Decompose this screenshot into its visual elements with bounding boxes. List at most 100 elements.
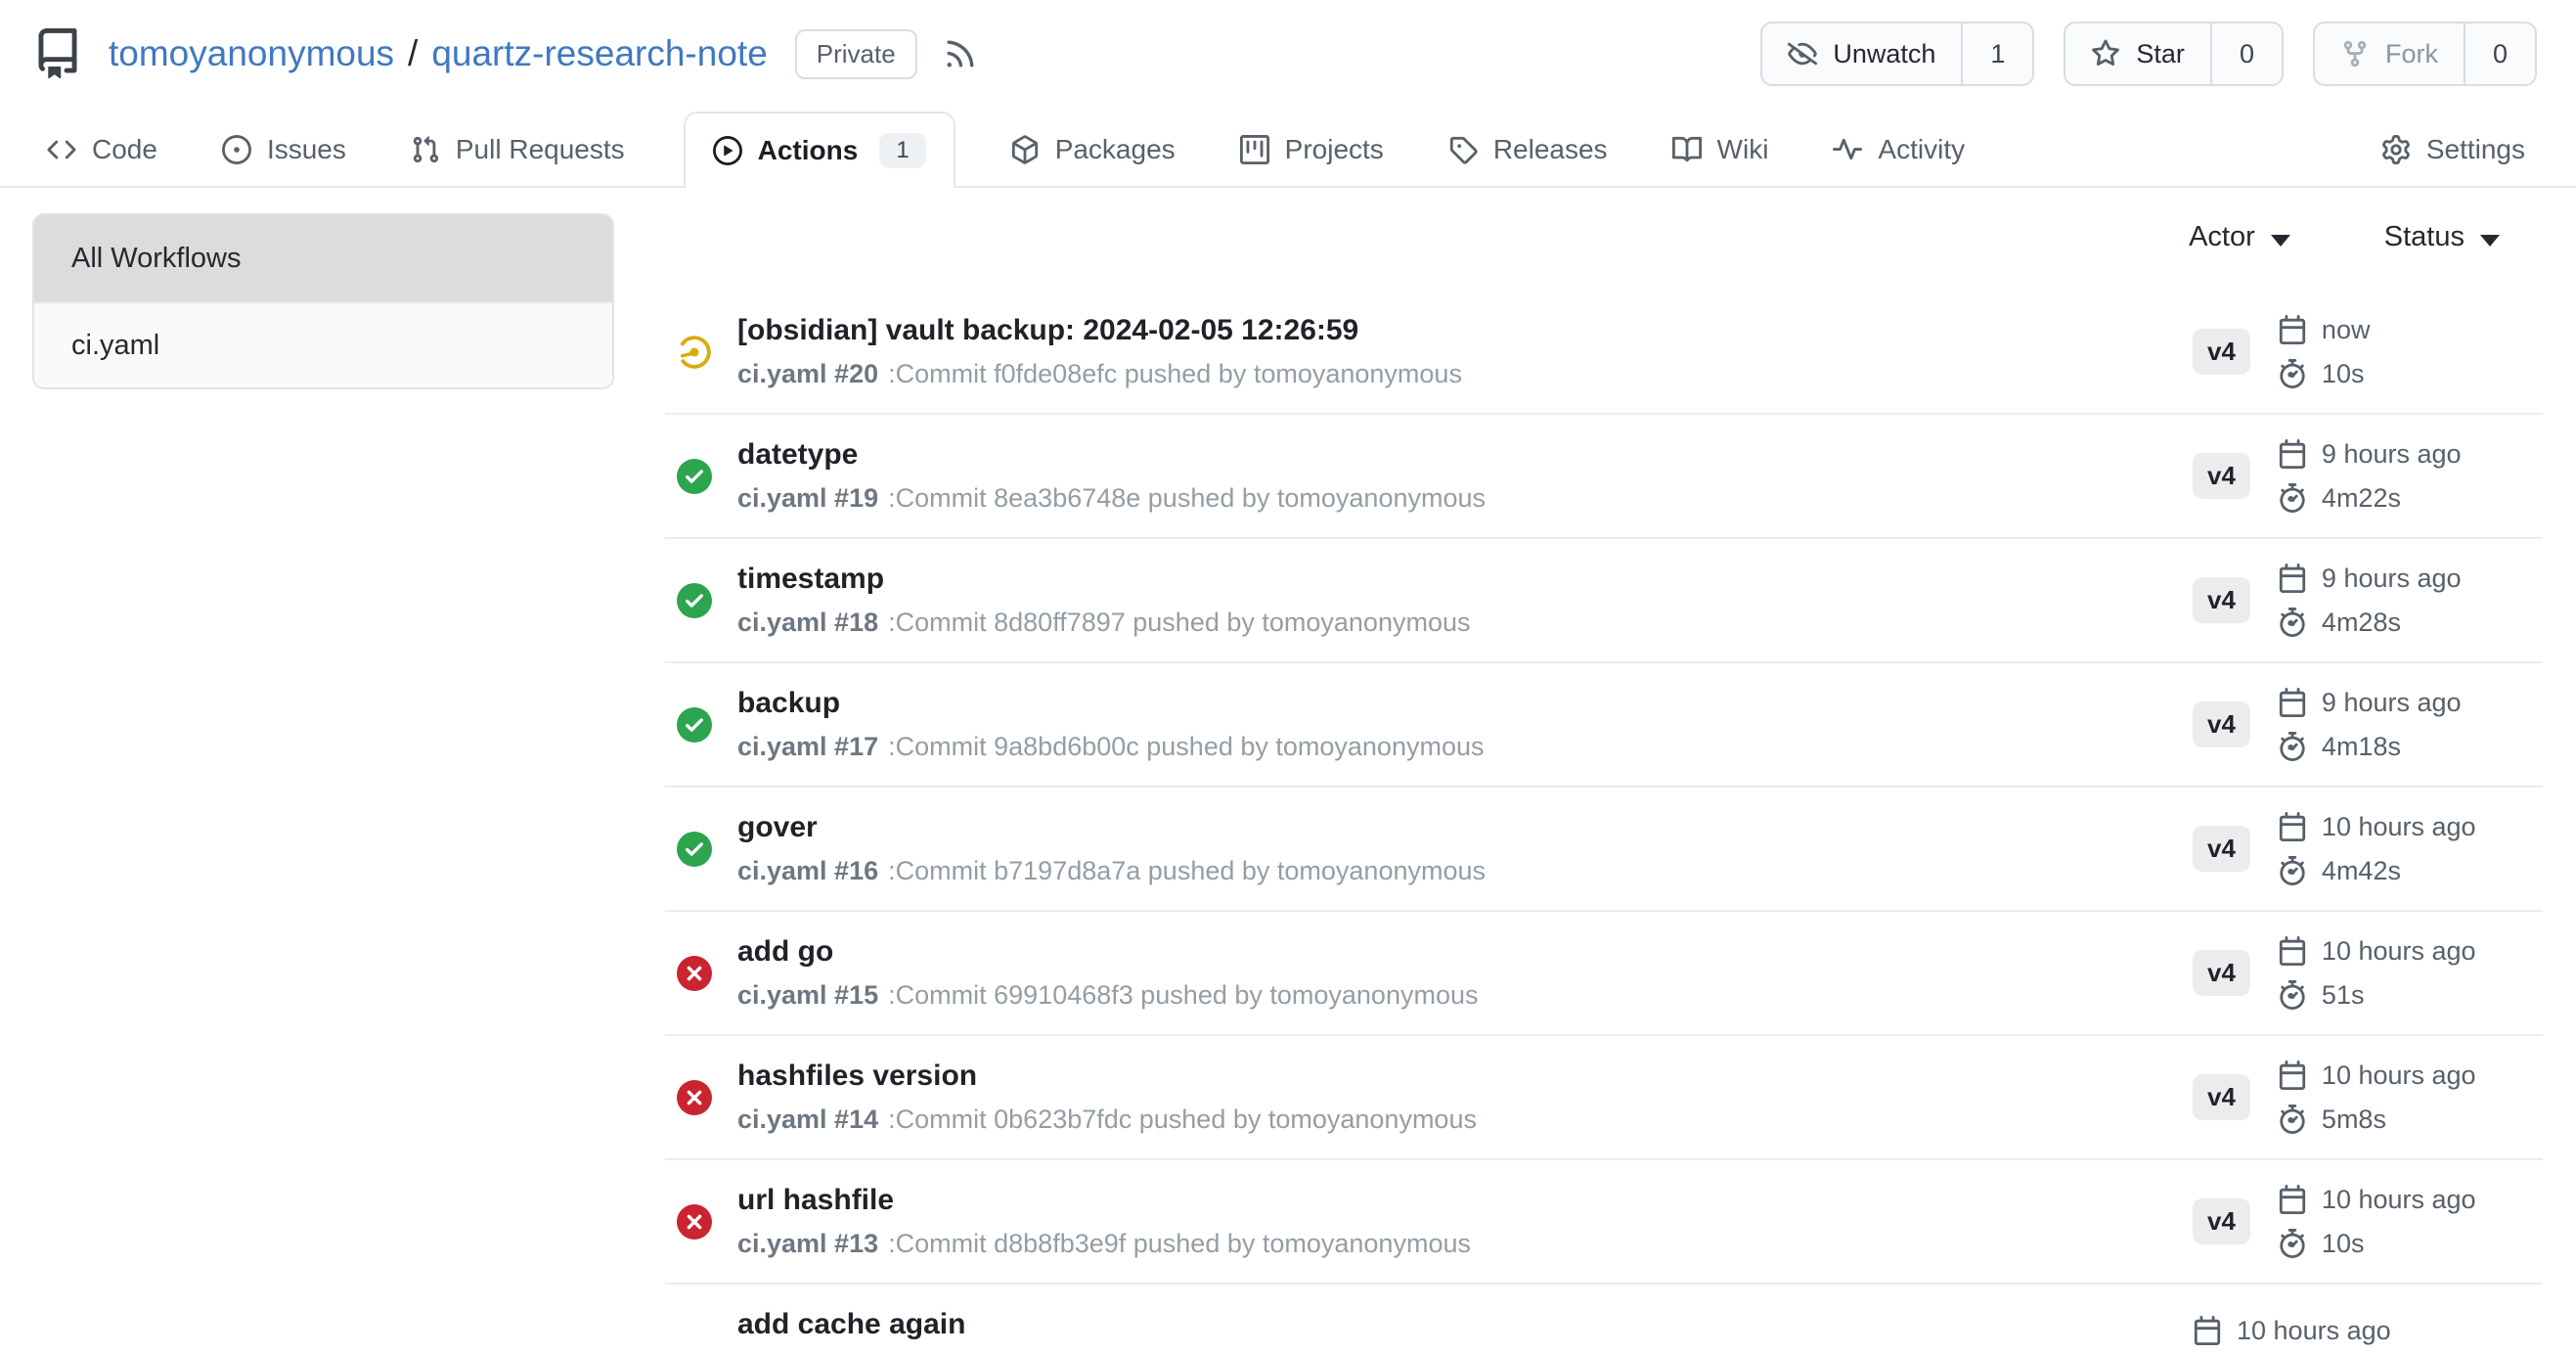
watchers-count[interactable]: 1 <box>1961 23 2032 84</box>
sidebar-item-label: ci.yaml <box>71 330 159 362</box>
run-workflow-number[interactable]: ci.yaml #17 <box>737 732 878 762</box>
run-version-badge: v4 <box>2193 826 2250 872</box>
package-icon <box>1010 135 1040 164</box>
forks-count[interactable]: 0 <box>2464 23 2535 84</box>
tab-projects[interactable]: Projects <box>1228 112 1396 188</box>
run-version-badge: v4 <box>2193 453 2250 499</box>
run-workflow-number[interactable]: ci.yaml #15 <box>737 980 878 1011</box>
run-title-link[interactable]: add go <box>737 935 833 968</box>
unwatch-button[interactable]: Unwatch 1 <box>1760 22 2034 86</box>
run-status-icon <box>677 583 712 618</box>
run-title-link[interactable]: timestamp <box>737 563 884 595</box>
run-time-meta: 10 hours ago <box>2193 1316 2543 1346</box>
sidebar-item-all-workflows[interactable]: All Workflows <box>34 215 612 301</box>
workflow-run-row[interactable]: backup ci.yaml #17 :Commit 9a8bd6b00c pu… <box>665 663 2543 788</box>
run-started-time: 9 hours ago <box>2322 688 2462 718</box>
run-title-link[interactable]: [obsidian] vault backup: 2024-02-05 12:2… <box>737 314 1358 346</box>
tab-pull-requests[interactable]: Pull Requests <box>399 112 637 188</box>
run-text-block: add go ci.yaml #15 :Commit 69910468f3 pu… <box>737 935 2193 1011</box>
run-duration-line: 4m22s <box>2278 483 2543 514</box>
actor-filter-dropdown[interactable]: Actor <box>2189 221 2290 253</box>
run-workflow-number[interactable]: ci.yaml #19 <box>737 483 878 514</box>
run-text-block: datetype ci.yaml #19 :Commit 8ea3b6748e … <box>737 438 2193 514</box>
stars-count[interactable]: 0 <box>2210 23 2282 84</box>
workflow-run-row[interactable]: gover ci.yaml #16 :Commit b7197d8a7a pus… <box>665 788 2543 912</box>
run-status-icon <box>677 459 712 494</box>
run-meta-block: v4 10 hours ago 51s <box>2193 936 2543 1011</box>
breadcrumb-separator: / <box>408 33 418 74</box>
run-title-link[interactable]: hashfiles version <box>737 1060 977 1092</box>
run-commit-description: :Commit 0b623b7fdc pushed by tomoyanonym… <box>888 1105 1477 1135</box>
run-subtitle: ci.yaml #17 :Commit 9a8bd6b00c pushed by… <box>737 732 2193 762</box>
actions-count-badge: 1 <box>879 133 925 168</box>
tab-code[interactable]: Code <box>35 112 169 188</box>
status-filter-dropdown[interactable]: Status <box>2384 221 2500 253</box>
run-workflow-number[interactable]: ci.yaml #14 <box>737 1105 878 1135</box>
stopwatch-icon <box>2278 732 2307 761</box>
fork-label: Fork <box>2385 39 2438 69</box>
run-started-time: 10 hours ago <box>2322 1185 2476 1215</box>
run-duration: 4m28s <box>2322 608 2401 638</box>
run-text-block: url hashfile ci.yaml #13 :Commit d8b8fb3… <box>737 1184 2193 1259</box>
run-time-meta: 9 hours ago 4m18s <box>2278 688 2543 762</box>
run-time-meta: 10 hours ago 4m42s <box>2278 812 2543 886</box>
workflow-run-row[interactable]: url hashfile ci.yaml #13 :Commit d8b8fb3… <box>665 1160 2543 1285</box>
repo-header: tomoyanonymous / quartz-research-note Pr… <box>0 0 2576 90</box>
tab-releases[interactable]: Releases <box>1437 112 1620 188</box>
run-duration: 10s <box>2322 1229 2365 1259</box>
repo-owner-link[interactable]: tomoyanonymous <box>109 33 394 74</box>
run-workflow-number[interactable]: ci.yaml #16 <box>737 856 878 886</box>
sidebar-item-label: All Workflows <box>71 243 242 275</box>
fork-button[interactable]: Fork 0 <box>2313 22 2537 86</box>
run-text-block: timestamp ci.yaml #18 :Commit 8d80ff7897… <box>737 563 2193 638</box>
run-started-time: 10 hours ago <box>2237 1316 2391 1346</box>
run-time-meta: 10 hours ago 5m8s <box>2278 1061 2543 1135</box>
run-workflow-number[interactable]: ci.yaml #13 <box>737 1229 878 1259</box>
run-subtitle: ci.yaml #19 :Commit 8ea3b6748e pushed by… <box>737 483 2193 514</box>
actions-page-content: All Workflows ci.yaml Actor Status [obs <box>0 188 2576 1354</box>
tab-label: Projects <box>1285 134 1384 165</box>
run-workflow-number[interactable]: ci.yaml #18 <box>737 608 878 638</box>
run-meta-block: 10 hours ago <box>2193 1316 2543 1346</box>
star-label: Star <box>2136 39 2185 69</box>
tag-icon <box>1448 135 1478 164</box>
star-button[interactable]: Star 0 <box>2064 22 2284 86</box>
run-title-link[interactable]: gover <box>737 811 818 843</box>
workflow-run-row[interactable]: add go ci.yaml #15 :Commit 69910468f3 pu… <box>665 912 2543 1036</box>
play-circle-icon <box>713 136 742 165</box>
fork-icon <box>2340 39 2370 68</box>
run-title-link[interactable]: add cache again <box>737 1308 965 1340</box>
run-duration: 51s <box>2322 980 2365 1011</box>
run-title-link[interactable]: url hashfile <box>737 1184 894 1216</box>
run-meta-block: v4 10 hours ago 10s <box>2193 1185 2543 1259</box>
pull-request-icon <box>411 135 440 164</box>
run-title-link[interactable]: datetype <box>737 438 858 471</box>
calendar-icon <box>2278 439 2307 469</box>
calendar-icon <box>2278 1061 2307 1090</box>
repo-name-link[interactable]: quartz-research-note <box>431 33 767 74</box>
workflow-run-row[interactable]: hashfiles version ci.yaml #14 :Commit 0b… <box>665 1036 2543 1160</box>
workflow-run-row[interactable]: add cache again 10 hours ago <box>665 1285 2543 1354</box>
sidebar-item-ci-yaml[interactable]: ci.yaml <box>34 301 612 387</box>
tab-label: Packages <box>1055 134 1176 165</box>
tab-packages[interactable]: Packages <box>999 112 1187 188</box>
workflow-run-row[interactable]: timestamp ci.yaml #18 :Commit 8d80ff7897… <box>665 539 2543 663</box>
tab-settings[interactable]: Settings <box>2370 112 2537 188</box>
run-status-icon <box>677 1204 712 1240</box>
stopwatch-icon <box>2278 1229 2307 1258</box>
run-commit-description: :Commit 8ea3b6748e pushed by tomoyanonym… <box>888 483 1486 514</box>
tab-actions[interactable]: Actions 1 <box>684 112 955 188</box>
tab-label: Activity <box>1878 134 1965 165</box>
run-version-badge: v4 <box>2193 329 2250 375</box>
workflow-run-row[interactable]: datetype ci.yaml #19 :Commit 8ea3b6748e … <box>665 415 2543 539</box>
run-started-line: now <box>2278 315 2543 345</box>
tab-issues[interactable]: Issues <box>210 112 358 188</box>
run-started-line: 9 hours ago <box>2278 439 2543 470</box>
tab-activity[interactable]: Activity <box>1821 112 1976 188</box>
chevron-down-icon <box>2480 235 2500 247</box>
run-title-link[interactable]: backup <box>737 687 840 719</box>
workflow-run-row[interactable]: [obsidian] vault backup: 2024-02-05 12:2… <box>665 291 2543 415</box>
run-workflow-number[interactable]: ci.yaml #20 <box>737 359 878 389</box>
tab-wiki[interactable]: Wiki <box>1661 112 1781 188</box>
rss-feed-icon[interactable] <box>943 36 978 71</box>
